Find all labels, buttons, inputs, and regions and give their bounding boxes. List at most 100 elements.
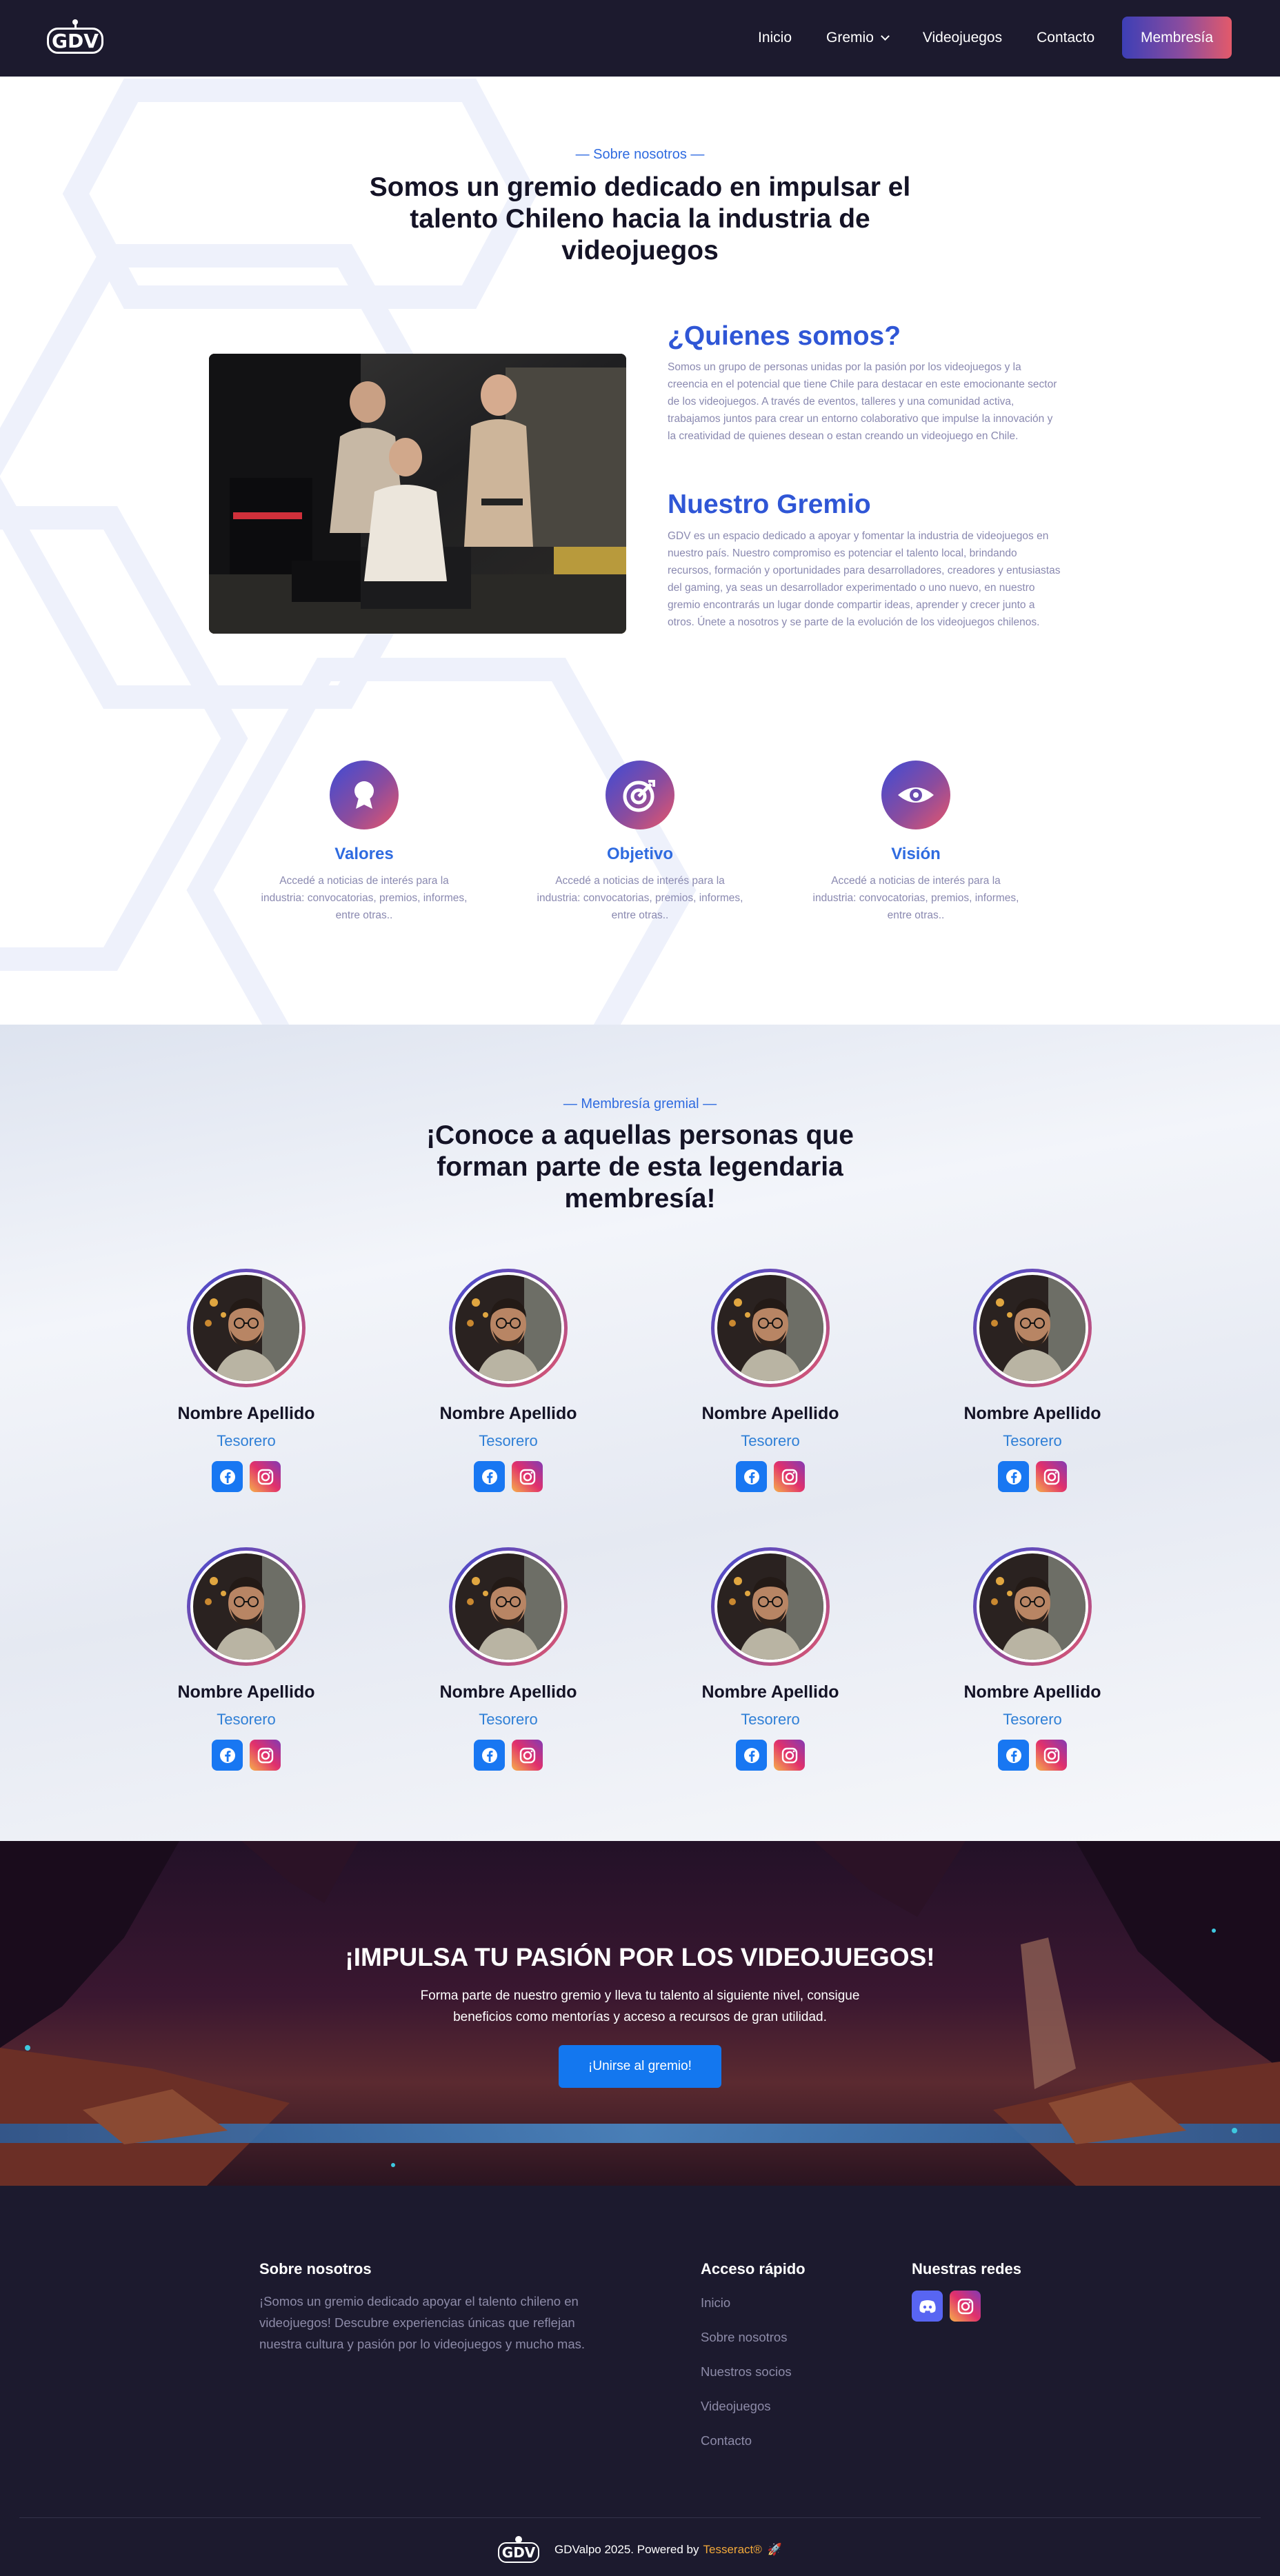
member-photo [193,1275,299,1381]
footer-socials [912,2291,981,2322]
about-eyebrow: — Sobre nosotros — [575,147,705,162]
footer-link-nuestros-socios[interactable]: Nuestros socios [701,2364,792,2399]
footer-links: Inicio Sobre nosotros Nuestros socios Vi… [701,2295,792,2468]
footer-about-title: Sobre nosotros [259,2260,372,2277]
member-socials [136,1461,357,1492]
member-role: Tesorero [1003,1711,1062,1728]
member-photo [979,1553,1086,1660]
member-name: Nombre Apellido [439,1682,577,1702]
discord-icon[interactable] [912,2291,943,2322]
membership-button[interactable]: Membresía [1122,17,1232,59]
award-icon [330,761,399,829]
footer-bottom: GDV GDValpo 2025. Powered by Tesseract® … [0,2530,1280,2569]
facebook-icon[interactable] [212,1740,243,1771]
members-eyebrow: — Membresía gremial — [563,1096,717,1111]
avatar [187,1547,306,1666]
nav-link-gremio-label: Gremio [826,30,874,46]
feature-text: Accedé a noticias de interés para la ind… [261,875,468,921]
avatar [973,1269,1092,1387]
member-card: Nombre Apellido Tesorero [136,1269,357,1492]
feature-valores: Valores Accedé a noticias de interés par… [261,761,468,924]
instagram-icon[interactable] [250,1461,281,1492]
instagram-icon[interactable] [774,1740,805,1771]
feature-text: Accedé a noticias de interés para la ind… [537,875,743,921]
who-title: ¿Quienes somos? [668,321,901,351]
tesseract-link[interactable]: Tesseract® [703,2543,762,2557]
member-role: Tesorero [479,1432,538,1449]
guild-title: Nuestro Gremio [668,490,871,519]
nav-link-contacto[interactable]: Contacto [1037,30,1094,46]
footer-divider [19,2517,1261,2518]
member-photo [717,1275,823,1381]
facebook-icon[interactable] [736,1461,767,1492]
gdv-logo[interactable]: GDV [47,19,103,57]
facebook-icon[interactable] [998,1461,1029,1492]
feature-title: Objetivo [606,845,673,863]
member-role: Tesorero [741,1432,800,1449]
member-name: Nombre Apellido [177,1682,315,1702]
target-icon [606,761,674,829]
member-role: Tesorero [479,1711,538,1728]
feature-title: Visión [891,845,941,863]
about-section: — Sobre nosotros — Somos un gremio dedic… [0,77,1280,1025]
footer-gdv-logo: GDV [498,2536,540,2564]
member-socials [660,1461,881,1492]
avatar [187,1269,306,1387]
team-photo [209,354,626,634]
logo-text: GDV [47,28,103,54]
facebook-icon[interactable] [998,1740,1029,1771]
top-navbar: GDV Inicio Gremio Videojuegos Contacto M… [0,0,1280,77]
member-name: Nombre Apellido [701,1682,839,1702]
footer-about-text: ¡Somos un gremio dedicado apoyar el tale… [259,2294,586,2351]
member-socials [398,1461,619,1492]
member-role: Tesorero [741,1711,800,1728]
feature-title: Valores [334,845,394,863]
cta-title: ¡IMPULSA TU PASIÓN POR LOS VIDEOJUEGOS! [345,1943,935,1971]
avatar [973,1547,1092,1666]
guild-text: GDV es un espacio dedicado a apoyar y fo… [668,530,1061,628]
join-guild-button[interactable]: ¡Unirse al gremio! [559,2045,721,2088]
member-name: Nombre Apellido [439,1404,577,1423]
footer-link-contacto[interactable]: Contacto [701,2433,792,2468]
nav-link-gremio[interactable]: Gremio [826,30,890,46]
instagram-icon[interactable] [774,1461,805,1492]
instagram-icon[interactable] [1036,1740,1067,1771]
footer-logo-text: GDV [498,2542,540,2563]
facebook-icon[interactable] [474,1740,505,1771]
instagram-icon[interactable] [250,1740,281,1771]
member-photo [455,1275,561,1381]
members-title: ¡Conoce a aquellas personas que forman p… [426,1120,854,1214]
who-text: Somos un grupo de personas unidas por la… [668,361,1057,442]
footer-link-sobre-nosotros[interactable]: Sobre nosotros [701,2330,792,2364]
member-card: Nombre Apellido Tesorero [398,1269,619,1492]
nav-link-videojuegos[interactable]: Videojuegos [923,30,1002,46]
member-role: Tesorero [1003,1432,1062,1449]
eye-icon [881,761,950,829]
member-photo [455,1553,561,1660]
footer-link-inicio[interactable]: Inicio [701,2295,792,2330]
member-name: Nombre Apellido [177,1404,315,1423]
facebook-icon[interactable] [474,1461,505,1492]
feature-vision: Visión Accedé a noticias de interés para… [812,761,1019,924]
member-card: Nombre Apellido Tesorero [136,1547,357,1771]
instagram-icon[interactable] [1036,1461,1067,1492]
avatar [711,1547,830,1666]
member-role: Tesorero [217,1711,276,1728]
facebook-icon[interactable] [736,1740,767,1771]
members-section: — Membresía gremial — ¡Conoce a aquellas… [0,1025,1280,1841]
footer-social-title: Nuestras redes [912,2260,1021,2277]
instagram-icon[interactable] [950,2291,981,2322]
footer-link-videojuegos[interactable]: Videojuegos [701,2399,792,2433]
member-card: Nombre Apellido Tesorero [922,1547,1143,1771]
instagram-icon[interactable] [512,1740,543,1771]
instagram-icon[interactable] [512,1461,543,1492]
copyright-text: GDValpo 2025. Powered by [554,2543,699,2556]
about-title: Somos un gremio dedicado en impulsar el … [369,172,911,265]
nav-link-inicio[interactable]: Inicio [758,30,792,46]
footer: Sobre nosotros ¡Somos un gremio dedicado… [0,2186,1280,2576]
member-name: Nombre Apellido [701,1404,839,1423]
footer-links-title: Acceso rápido [701,2260,806,2277]
member-role: Tesorero [217,1432,276,1449]
avatar [711,1269,830,1387]
facebook-icon[interactable] [212,1461,243,1492]
